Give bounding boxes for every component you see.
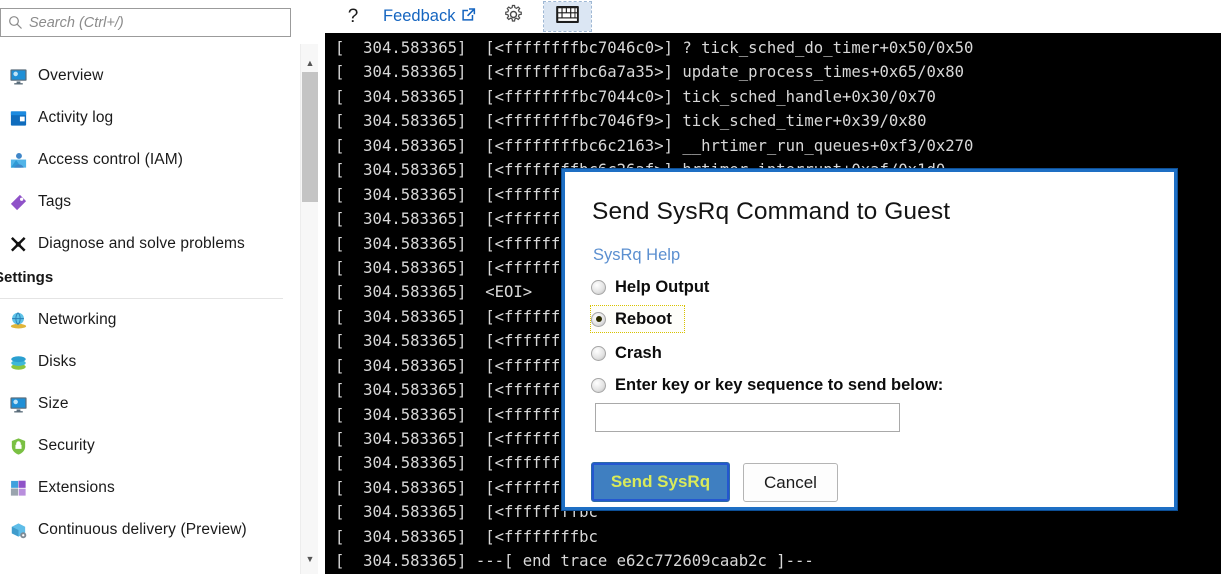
console-line: [ 304.583365] [<ffffffffbc7044c0>] tick_… [335, 87, 936, 106]
sidebar-item-security[interactable]: Security [0, 425, 291, 467]
continuous-delivery-icon [4, 519, 32, 541]
key-sequence-input[interactable] [595, 403, 900, 432]
sidebar: « Overview [0, 0, 293, 574]
radio-indicator[interactable] [591, 279, 606, 295]
send-sysrq-label: Send SysRq [610, 472, 711, 491]
sidebar-item-label: Extensions [38, 479, 115, 496]
sidebar-item-label: Size [38, 395, 69, 412]
security-shield-icon [4, 435, 32, 457]
sidebar-item-continuous-delivery[interactable]: Continuous delivery (Preview) [0, 509, 291, 551]
sidebar-item-access-control[interactable]: Access control (IAM) [0, 139, 291, 181]
access-control-icon [4, 149, 32, 171]
radio-option-crash[interactable]: Crash [591, 339, 662, 367]
sidebar-item-label: Security [38, 437, 95, 454]
sidebar-item-disks[interactable]: Disks [0, 341, 291, 383]
feedback-label: Feedback [383, 7, 456, 25]
scroll-up-arrow[interactable]: ▲ [301, 54, 319, 72]
sysrq-help-link[interactable]: SysRq Help [593, 246, 680, 265]
sidebar-item-size[interactable]: Size [0, 383, 291, 425]
sidebar-item-activity-log[interactable]: Activity log [0, 97, 291, 139]
networking-icon [4, 309, 32, 331]
disks-icon [4, 351, 32, 373]
section-divider [0, 298, 283, 299]
send-sysrq-button[interactable]: Send SysRq [591, 462, 730, 502]
settings-button[interactable] [489, 1, 538, 32]
radio-label: Crash [615, 343, 662, 362]
console-line: [ 304.583365] [<ffffffffbc7046f9>] tick_… [335, 112, 927, 131]
diagnose-icon [4, 233, 32, 255]
radio-indicator-selected[interactable] [591, 311, 606, 327]
keyboard-icon [556, 5, 580, 28]
radio-option-help-output[interactable]: Help Output [591, 273, 709, 301]
help-button[interactable]: ? [335, 1, 371, 32]
sidebar-section-settings: Settings [0, 265, 291, 299]
sidebar-item-label: Diagnose and solve problems [38, 235, 245, 252]
sidebar-item-networking[interactable]: Networking [0, 299, 291, 341]
scrollbar-thumb[interactable] [302, 72, 318, 202]
scroll-down-arrow[interactable]: ▼ [301, 550, 319, 568]
search-input[interactable] [29, 14, 290, 31]
radio-label: Help Output [615, 277, 710, 296]
sidebar-scrollbar[interactable]: ▲ ▼ [300, 44, 318, 574]
gear-icon [503, 4, 524, 30]
radio-label: Reboot [615, 309, 672, 328]
app-root: « Overview [0, 0, 1221, 574]
radio-indicator[interactable] [591, 345, 606, 361]
send-keys-button[interactable] [543, 1, 593, 32]
extensions-icon [4, 477, 32, 499]
sidebar-item-diagnose[interactable]: Diagnose and solve problems [0, 223, 291, 265]
size-icon [4, 393, 32, 415]
sidebar-item-label: Tags [38, 193, 72, 210]
radio-option-custom-key[interactable]: Enter key or key sequence to send below: [591, 371, 943, 399]
sidebar-section-label: Settings [0, 269, 54, 286]
cancel-label: Cancel [764, 472, 817, 492]
activity-log-icon [4, 107, 32, 129]
sidebar-item-label: Networking [38, 311, 117, 328]
feedback-button[interactable]: Feedback [371, 1, 489, 32]
console-line: [ 304.583365] ---[ end trace e62c772609c… [335, 552, 814, 571]
console-line: [ 304.583365] [<ffffffffbc7046c0>] ? tic… [335, 39, 974, 57]
sidebar-item-label: Disks [38, 353, 77, 370]
help-label: ? [347, 5, 359, 27]
sidebar-item-overview[interactable]: Overview [0, 55, 291, 97]
external-link-icon [460, 6, 477, 28]
sidebar-item-label: Activity log [38, 109, 114, 126]
console-toolbar: ? Feedback [325, 0, 1221, 33]
cancel-button[interactable]: Cancel [743, 463, 838, 502]
search-box[interactable] [0, 8, 291, 37]
sidebar-item-extensions[interactable]: Extensions [0, 467, 291, 509]
sidebar-item-tags[interactable]: Tags [0, 181, 291, 223]
dialog-title: Send SysRq Command to Guest [592, 198, 951, 225]
monitor-icon [4, 65, 32, 87]
radio-label: Enter key or key sequence to send below: [615, 375, 944, 394]
sidebar-item-label: Overview [38, 67, 104, 84]
search-icon [1, 15, 29, 30]
sidebar-item-label: Continuous delivery (Preview) [38, 521, 247, 538]
tag-icon [4, 191, 32, 213]
radio-option-reboot[interactable]: Reboot [590, 305, 685, 333]
console-line: [ 304.583365] [<ffffffffbc6a7a35>] updat… [335, 63, 965, 82]
sidebar-nav: Overview Activity log Access control (IA… [0, 55, 291, 551]
console-line: [ 304.583365] [<ffffffffbc6c2163>] __hrt… [335, 136, 974, 155]
radio-indicator[interactable] [591, 377, 606, 393]
console-line: [ 304.583365] [<ffffffffbc [335, 527, 598, 546]
sysrq-dialog: Send SysRq Command to Guest SysRq Help H… [562, 169, 1177, 510]
sidebar-item-label: Access control (IAM) [38, 151, 183, 168]
